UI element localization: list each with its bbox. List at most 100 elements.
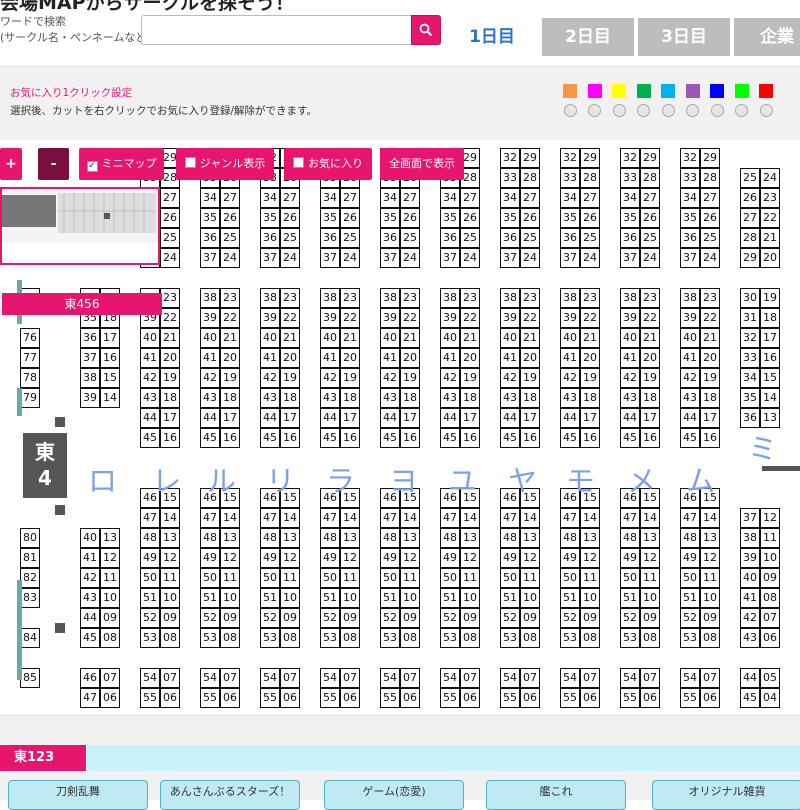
booth-cell[interactable]: 25 — [460, 228, 480, 248]
booth-cell[interactable]: 54 — [440, 668, 460, 688]
booth-cell[interactable]: 48 — [200, 528, 220, 548]
booth-cell[interactable]: 13 — [460, 528, 480, 548]
booth-cell[interactable]: 41 — [500, 348, 520, 368]
booth-cell[interactable]: 45 — [260, 428, 280, 448]
booth-cell[interactable]: 06 — [460, 688, 480, 708]
booth-cell[interactable]: 07 — [700, 668, 720, 688]
booth-cell[interactable]: 06 — [220, 688, 240, 708]
booth-cell[interactable]: 15 — [760, 368, 780, 388]
booth-cell[interactable]: 37 — [680, 248, 700, 268]
booth-cell[interactable]: 44 — [380, 408, 400, 428]
booth-cell[interactable]: 23 — [520, 288, 540, 308]
favorite-color-swatch[interactable] — [734, 84, 749, 98]
booth-cell[interactable]: 17 — [220, 408, 240, 428]
genre-button[interactable]: 刀剣乱舞 — [8, 780, 148, 810]
booth-cell[interactable]: 23 — [340, 288, 360, 308]
booth-cell[interactable]: 42 — [620, 368, 640, 388]
booth-cell[interactable]: 45 — [500, 428, 520, 448]
booth-cell[interactable]: 50 — [140, 568, 160, 588]
booth-cell[interactable]: 54 — [260, 668, 280, 688]
booth-cell[interactable]: 20 — [220, 348, 240, 368]
booth-cell[interactable]: 27 — [280, 188, 300, 208]
booth-cell[interactable]: 41 — [380, 348, 400, 368]
tab-day3[interactable]: 3日目 — [638, 18, 730, 56]
booth-cell[interactable]: 06 — [520, 688, 540, 708]
booth-cell[interactable]: 23 — [220, 288, 240, 308]
booth-cell[interactable]: 52 — [500, 608, 520, 628]
booth-cell[interactable]: 19 — [220, 368, 240, 388]
booth-cell[interactable]: 10 — [700, 588, 720, 608]
booth-cell[interactable]: 21 — [520, 328, 540, 348]
booth-cell[interactable]: 47 — [140, 508, 160, 528]
booth-cell[interactable]: 45 — [80, 628, 100, 648]
booth-cell[interactable]: 39 — [740, 548, 760, 568]
booth-cell[interactable]: 18 — [160, 388, 180, 408]
booth-cell[interactable]: 54 — [320, 668, 340, 688]
booth-cell[interactable]: 38 — [440, 288, 460, 308]
booth-cell[interactable]: 17 — [100, 328, 120, 348]
booth-cell[interactable]: 51 — [620, 588, 640, 608]
booth-cell[interactable]: 54 — [200, 668, 220, 688]
booth-cell[interactable]: 24 — [220, 248, 240, 268]
booth-cell[interactable]: 36 — [500, 228, 520, 248]
booth-cell[interactable]: 13 — [520, 528, 540, 548]
booth-cell[interactable]: 43 — [140, 388, 160, 408]
genre-toggle[interactable]: ジャンル表示 — [176, 148, 274, 180]
booth-cell[interactable]: 19 — [760, 288, 780, 308]
booth-cell[interactable]: 08 — [400, 628, 420, 648]
booth-cell[interactable]: 20 — [340, 348, 360, 368]
booth-cell[interactable]: 55 — [620, 688, 640, 708]
booth-cell[interactable]: 11 — [460, 568, 480, 588]
booth-cell[interactable]: 45 — [320, 428, 340, 448]
booth-cell[interactable]: 39 — [440, 308, 460, 328]
booth-cell[interactable]: 44 — [320, 408, 340, 428]
booth-cell[interactable]: 42 — [140, 368, 160, 388]
booth-cell[interactable]: 25 — [280, 228, 300, 248]
booth-cell[interactable]: 22 — [400, 308, 420, 328]
booth-cell[interactable]: 51 — [500, 588, 520, 608]
booth-cell[interactable]: 50 — [200, 568, 220, 588]
booth-cell[interactable]: 44 — [140, 408, 160, 428]
booth-cell[interactable]: 36 — [80, 328, 100, 348]
booth-cell[interactable]: 28 — [700, 168, 720, 188]
booth-cell[interactable]: 14 — [100, 388, 120, 408]
booth-cell[interactable]: 50 — [260, 568, 280, 588]
booth-cell[interactable]: 32 — [620, 148, 640, 168]
favorite-color-swatch[interactable] — [612, 84, 626, 98]
booth-cell[interactable]: 11 — [520, 568, 540, 588]
booth-cell[interactable]: 26 — [160, 208, 180, 228]
booth-cell[interactable]: 41 — [200, 348, 220, 368]
booth-cell[interactable]: 42 — [380, 368, 400, 388]
booth-cell[interactable]: 06 — [280, 688, 300, 708]
booth-cell[interactable]: 40 — [320, 328, 340, 348]
booth-cell[interactable]: 23 — [460, 288, 480, 308]
booth-cell[interactable]: 43 — [440, 388, 460, 408]
booth-cell[interactable]: 09 — [340, 608, 360, 628]
booth-cell[interactable]: 12 — [340, 548, 360, 568]
booth-cell[interactable]: 24 — [640, 248, 660, 268]
booth-cell[interactable]: 17 — [340, 408, 360, 428]
booth-cell[interactable]: 49 — [380, 548, 400, 568]
booth-cell[interactable]: 13 — [700, 528, 720, 548]
minimap-toggle[interactable]: ✓ ミニマップ — [79, 148, 164, 180]
booth-cell[interactable]: 50 — [500, 568, 520, 588]
zoom-out-button[interactable]: - — [38, 148, 69, 180]
booth-cell[interactable]: 54 — [560, 668, 580, 688]
booth-cell[interactable]: 45 — [740, 688, 760, 708]
booth-cell[interactable]: 51 — [140, 588, 160, 608]
booth-cell[interactable]: 18 — [700, 388, 720, 408]
booth-cell[interactable]: 23 — [400, 288, 420, 308]
booth-cell[interactable]: 34 — [260, 188, 280, 208]
booth-cell[interactable]: 52 — [680, 608, 700, 628]
booth-cell[interactable]: 32 — [500, 148, 520, 168]
booth-cell[interactable]: 42 — [320, 368, 340, 388]
booth-cell[interactable]: 14 — [220, 508, 240, 528]
booth-cell[interactable]: 25 — [400, 228, 420, 248]
booth-cell[interactable]: 09 — [400, 608, 420, 628]
booth-cell[interactable]: 50 — [620, 568, 640, 588]
booth-cell[interactable]: 35 — [200, 208, 220, 228]
hall-map[interactable]: 3233343536372928272625243839404142434445… — [0, 140, 800, 715]
booth-cell[interactable]: 07 — [460, 668, 480, 688]
booth-cell[interactable]: 17 — [520, 408, 540, 428]
booth-cell[interactable]: 55 — [500, 688, 520, 708]
